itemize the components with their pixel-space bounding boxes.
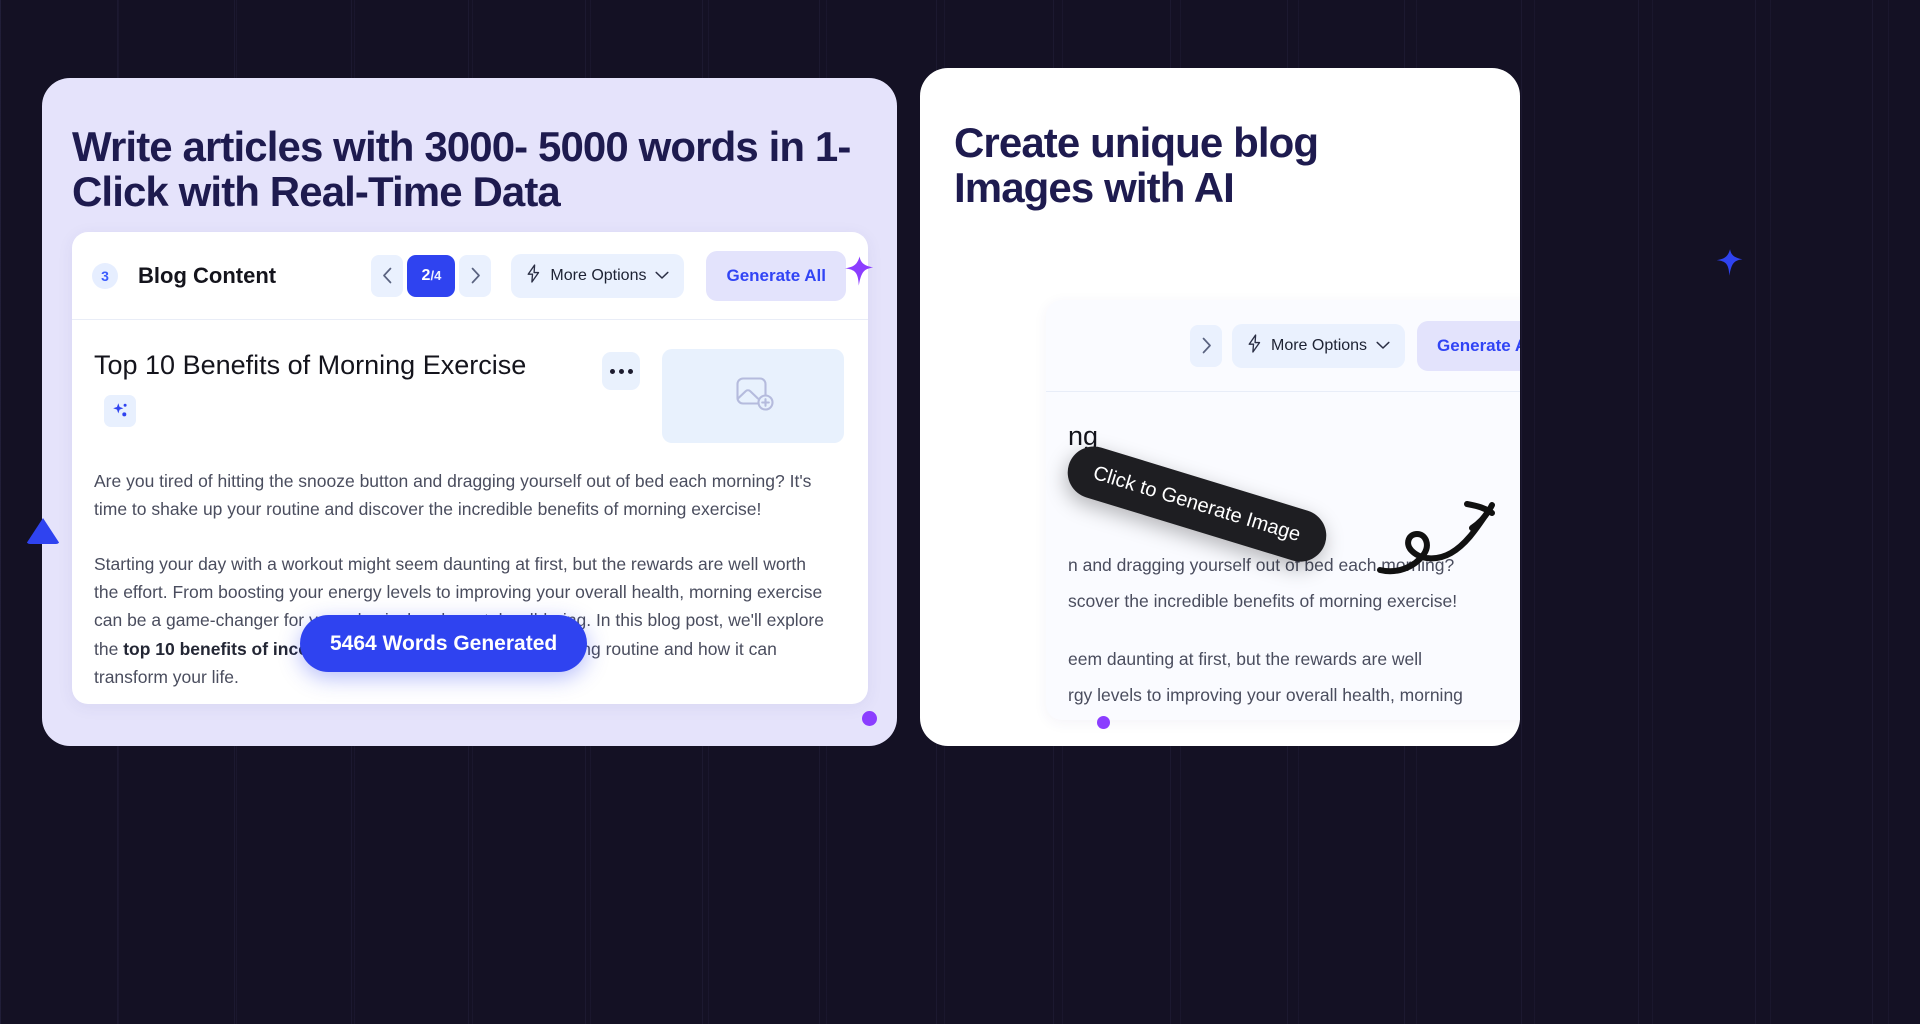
chevron-down-icon	[655, 267, 670, 285]
ellipsis-dot	[609, 368, 615, 374]
right-card-headline: Create unique blog Images with AI	[954, 119, 1319, 212]
dot-marker	[1097, 716, 1110, 729]
more-options-button[interactable]: More Options	[1232, 323, 1406, 368]
lightning-bolt-icon	[526, 263, 541, 288]
generate-all-button[interactable]: Generate All	[706, 250, 846, 301]
chevron-right-icon[interactable]	[1190, 324, 1222, 367]
right-paragraph-2-line1: eem daunting at first, but the rewards a…	[1068, 648, 1423, 669]
ellipsis-dot	[618, 368, 624, 374]
article-more-menu-button[interactable]	[602, 352, 640, 390]
article-title-text: Top 10 Benefits of Morning Exercise	[94, 350, 527, 380]
pager: 2/4	[371, 254, 492, 297]
page-indicator[interactable]: 2/4	[407, 254, 456, 297]
chevron-right-icon[interactable]	[459, 254, 492, 297]
chevron-left-icon[interactable]	[371, 254, 404, 297]
image-add-icon	[732, 374, 774, 419]
triangle-marker	[26, 518, 60, 544]
article-title: Top 10 Benefits of Morning Exercise	[94, 346, 534, 427]
panel-toolbar: 3 Blog Content 2/4 More Options Generate…	[72, 232, 868, 320]
ai-sparkle-icon[interactable]	[104, 394, 136, 427]
image-placeholder[interactable]	[662, 349, 844, 443]
right-feature-card: Create unique blog Images with AI More O…	[920, 68, 1520, 746]
page-current: 2	[421, 266, 431, 284]
more-options-button[interactable]: More Options	[511, 253, 685, 298]
right-paragraph-2-line3: r physical and mental well-being. In thi…	[1068, 715, 1520, 720]
chevron-down-icon	[1376, 337, 1390, 355]
more-options-label: More Options	[550, 266, 647, 284]
step-number-badge: 3	[92, 262, 118, 289]
right-paragraph-1-line2: scover the incredible benefits of mornin…	[1068, 590, 1458, 611]
words-generated-badge: 5464 Words Generated	[300, 615, 588, 672]
article-paragraph-1: Are you tired of hitting the snooze butt…	[94, 471, 812, 520]
ellipsis-dot	[627, 368, 633, 374]
page-root: Write articles with 3000- 5000 words in …	[0, 0, 1920, 1024]
article-header-row: Top 10 Benefits of Morning Exercise	[94, 346, 844, 443]
four-point-star-icon	[842, 254, 876, 288]
generate-all-button[interactable]: Generate All	[1417, 320, 1520, 371]
left-card-headline: Write articles with 3000- 5000 words in …	[72, 123, 851, 216]
lightning-bolt-icon	[1247, 333, 1262, 358]
panel-title: Blog Content	[138, 262, 277, 288]
dot-marker	[862, 711, 877, 726]
four-point-star-icon	[1714, 247, 1745, 278]
right-panel-toolbar: More Options Generate All	[1046, 300, 1520, 392]
left-feature-card: Write articles with 3000- 5000 words in …	[26, 78, 897, 746]
more-options-label: More Options	[1271, 336, 1368, 354]
page-total: 4	[434, 268, 442, 283]
right-paragraph-2-line2: rgy levels to improving your overall hea…	[1068, 684, 1463, 705]
